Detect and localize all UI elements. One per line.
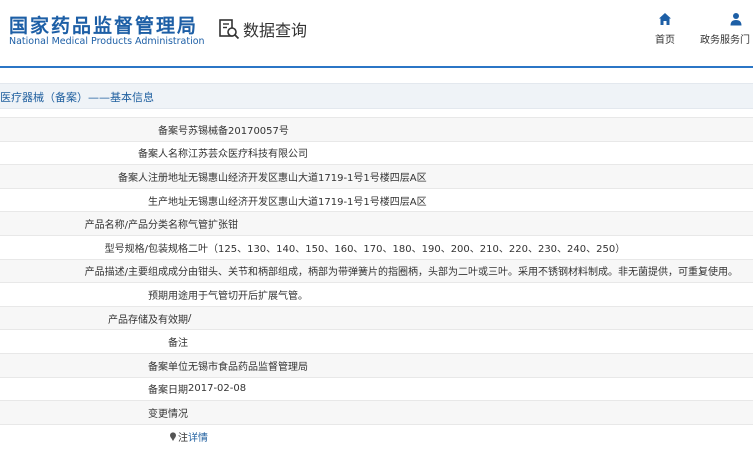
user-icon <box>730 13 742 26</box>
field-label: 型号规格/包装规格 <box>0 234 188 260</box>
table-row: 备案单位 无锡市食品药品监督管理局 <box>0 352 753 378</box>
data-search-icon <box>219 19 240 40</box>
nav-services[interactable]: 政务服务门 <box>700 12 753 46</box>
table-row: 型号规格/包装规格 二叶（125、130、140、150、160、170、180… <box>0 234 753 260</box>
nav-home-label: 首页 <box>655 35 675 46</box>
field-value: 二叶（125、130、140、150、160、170、180、190、200、2… <box>188 234 753 260</box>
field-value: 无锡惠山经济开发区惠山大道1719-1号1号楼四层A区 <box>188 164 753 189</box>
field-label: 生产地址 <box>0 187 188 212</box>
nav-services-label: 政务服务门 <box>700 35 750 46</box>
field-value: 江苏芸众医疗科技有限公司 <box>188 140 753 165</box>
table-row: 备案日期 2017-02-08 <box>0 376 753 401</box>
table-row: 变更情况 <box>0 400 753 425</box>
table-row: 产品名称/产品分类名称 气管扩张钳 <box>0 211 753 236</box>
field-value-cell: 详情 <box>188 423 753 448</box>
table-row: 产品存储及有效期 / <box>0 305 753 330</box>
field-value: 无锡市食品药品监督管理局 <box>188 352 753 378</box>
home-icon <box>659 13 671 25</box>
table-row: 预期用途 用于气管切开后扩展气管。 <box>0 282 753 307</box>
field-value: / <box>188 305 753 330</box>
pin-icon <box>170 431 176 441</box>
header-divider <box>0 66 753 68</box>
field-label: 备案人名称 <box>0 140 188 165</box>
table-row: 备案人注册地址 无锡惠山经济开发区惠山大道1719-1号1号楼四层A区 <box>0 164 753 189</box>
field-label: 备案单位 <box>0 352 188 378</box>
org-name-cn[interactable]: 国家药品监督管理局 <box>9 11 198 38</box>
field-value: 气管扩张钳 <box>188 211 753 236</box>
field-value <box>188 400 753 425</box>
org-name-en[interactable]: National Medical Products Administration <box>9 36 205 47</box>
field-label: 产品名称/产品分类名称 <box>0 211 188 236</box>
table-row: 备案号 苏锡械备20170057号 <box>0 117 753 142</box>
data-query-link[interactable]: 数据查询 <box>218 17 307 41</box>
field-value: 2017-02-08 <box>188 376 753 401</box>
field-value: 苏锡械备20170057号 <box>188 117 753 142</box>
details-link[interactable]: 详情 <box>188 433 208 444</box>
field-value <box>188 329 753 354</box>
table-row: 备案人名称 江苏芸众医疗科技有限公司 <box>0 140 753 165</box>
nav-home[interactable]: 首页 <box>630 12 700 46</box>
field-label: 产品描述/主要组成成分 <box>0 258 188 283</box>
table-row: 备注 <box>0 329 753 354</box>
field-label: 变更情况 <box>0 400 188 425</box>
breadcrumb-bar: 医疗器械（备案）——基本信息 <box>0 83 753 109</box>
field-value: 用于气管切开后扩展气管。 <box>188 282 753 307</box>
field-label: 备案人注册地址 <box>0 164 188 189</box>
field-label: 备案日期 <box>0 376 188 401</box>
field-label: 产品存储及有效期 <box>0 305 188 330</box>
record-info-table: 备案号 苏锡械备20170057号 备案人名称 江苏芸众医疗科技有限公司 备案人… <box>0 117 753 448</box>
field-label: 备注 <box>0 329 188 354</box>
field-label: 注 <box>178 432 188 444</box>
site-header: 国家药品监督管理局 National Medical Products Admi… <box>0 0 753 68</box>
table-row: 注 详情 <box>0 423 753 448</box>
table-row: 生产地址 无锡惠山经济开发区惠山大道1719-1号1号楼四层A区 <box>0 187 753 212</box>
field-value: 无锡惠山经济开发区惠山大道1719-1号1号楼四层A区 <box>188 187 753 212</box>
breadcrumb: 医疗器械（备案）——基本信息 <box>0 91 154 104</box>
table-row: 产品描述/主要组成成分 由钳头、关节和柄部组成，柄部为带弹簧片的指圈柄，头部为二… <box>0 258 753 283</box>
data-query-label: 数据查询 <box>243 21 308 40</box>
field-label: 预期用途 <box>0 282 188 307</box>
field-label: 备案号 <box>0 117 188 142</box>
note-label-cell: 注 <box>0 423 188 448</box>
field-value: 由钳头、关节和柄部组成，柄部为带弹簧片的指圈柄，头部为二叶或三叶。采用不锈钢材料… <box>188 258 753 283</box>
